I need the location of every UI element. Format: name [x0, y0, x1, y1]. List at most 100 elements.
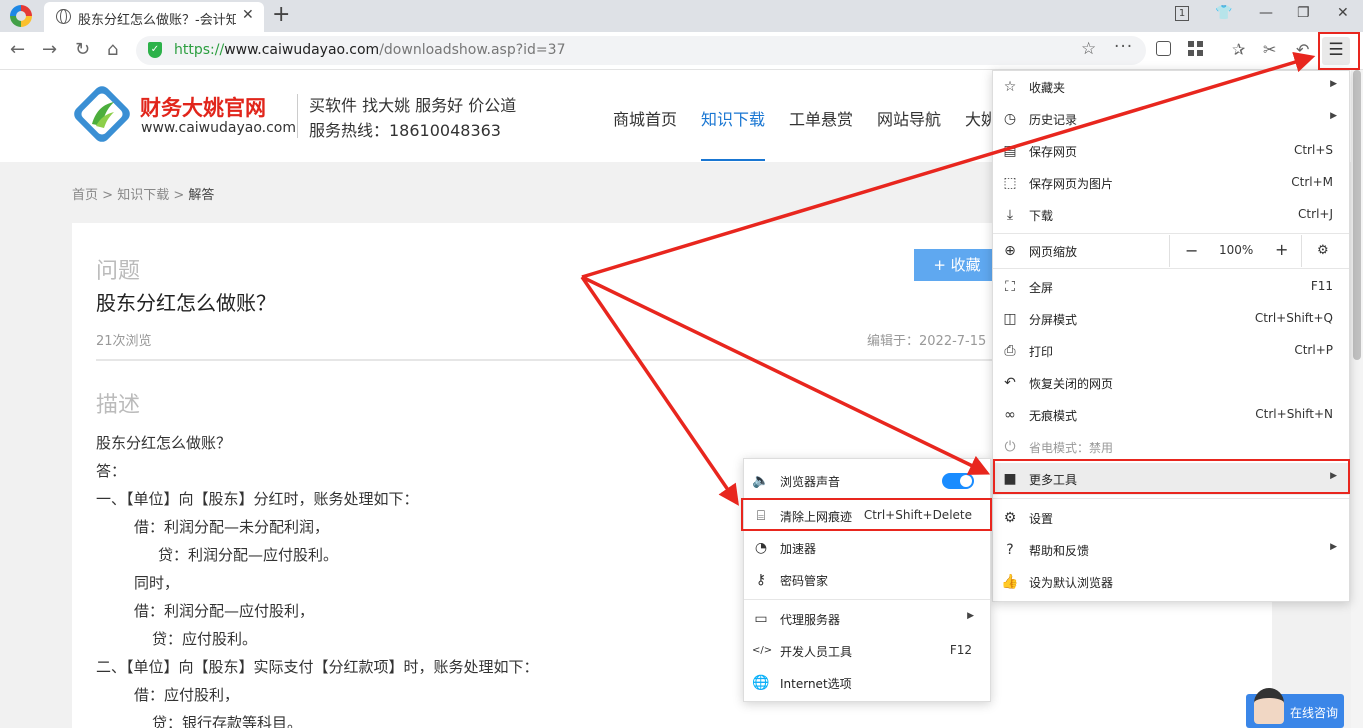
submenu-item-proxy[interactable]: ▭ 代理服务器 ▶ — [744, 603, 990, 635]
menu-item-zoom: ⊕ 网页缩放 − 100% + ⚙ — [993, 235, 1349, 267]
address-toolbar: ← → ↻ ⌂ ✓ https://www.caiwudayao.com/dow… — [0, 32, 1363, 70]
browser-logo-icon[interactable] — [10, 5, 32, 27]
menu-separator — [744, 599, 990, 600]
article-line: 同时， — [134, 574, 180, 592]
breadcrumb-home[interactable]: 首页 — [72, 188, 98, 203]
key-icon: ⚷ — [755, 572, 767, 588]
sound-toggle[interactable] — [942, 473, 974, 489]
menu-item-save-page[interactable]: ▤ 保存网页 Ctrl+S — [993, 135, 1349, 167]
nav-mall-home[interactable]: 商城首页 — [613, 106, 677, 130]
submenu-arrow-icon: ▶ — [1330, 542, 1337, 552]
menu-item-settings[interactable]: ⚙ 设置 — [993, 502, 1349, 534]
back-button[interactable]: ← — [10, 39, 25, 61]
nav-ticket-reward[interactable]: 工单悬赏 — [789, 106, 853, 130]
article-line: 贷：利润分配—应付股利。 — [158, 546, 339, 564]
more-dots-icon[interactable]: ··· — [1114, 37, 1133, 57]
submenu-arrow-icon: ▶ — [1330, 79, 1337, 89]
tab-close-icon[interactable]: ✕ — [242, 7, 254, 23]
nav-site-directory[interactable]: 网站导航 — [877, 106, 941, 130]
menu-item-print[interactable]: ⎙ 打印 Ctrl+P — [993, 335, 1349, 367]
article-line: 贷：应付股利。 — [152, 630, 258, 648]
menu-item-save-as-image[interactable]: ⬚ 保存网页为图片 Ctrl+M — [993, 167, 1349, 199]
zoom-out-button[interactable]: − — [1185, 241, 1198, 260]
article-line: 借：利润分配—应付股利， — [134, 602, 315, 620]
menu-item-restore-closed[interactable]: ↶ 恢复关闭的网页 — [993, 367, 1349, 399]
home-button[interactable]: ⌂ — [107, 39, 118, 61]
submenu-arrow-icon: ▶ — [967, 611, 974, 621]
submenu-item-devtools[interactable]: </> 开发人员工具 F12 — [744, 635, 990, 667]
online-consult-button[interactable]: 在线咨询 — [1246, 688, 1344, 728]
skin-icon[interactable]: 👕 — [1215, 5, 1232, 21]
nav-knowledge-download[interactable]: 知识下载 — [701, 106, 765, 130]
menu-item-set-default[interactable]: 👍 设为默认浏览器 — [993, 566, 1349, 598]
save-image-icon: ⬚ — [1003, 175, 1017, 191]
edited-date: 编辑于：2022-7-15 — [867, 334, 987, 349]
menu-separator — [993, 498, 1349, 499]
url-bar[interactable]: ✓ https://www.caiwudayao.com/downloadsho… — [136, 36, 1146, 65]
apps-grid-icon[interactable] — [1188, 41, 1203, 56]
favorite-button[interactable]: + 收藏 — [914, 249, 1000, 281]
thumbs-up-icon: 👍 — [1001, 574, 1019, 590]
menu-item-incognito[interactable]: ∞ 无痕模式 Ctrl+Shift+N — [993, 399, 1349, 431]
proxy-icon: ▭ — [754, 611, 768, 627]
menu-item-download[interactable]: ⤓ 下载 Ctrl+J — [993, 199, 1349, 231]
minimize-button[interactable]: — — [1259, 5, 1273, 21]
submenu-item-browser-sound[interactable]: 🔈 浏览器声音 — [744, 465, 990, 497]
article-line: 一、【单位】向【股东】分红时，账务处理如下： — [96, 490, 419, 508]
window-count-badge[interactable]: 1 — [1175, 6, 1189, 21]
zoom-in-button[interactable]: + — [1275, 240, 1288, 259]
article-line: 股东分红怎么做账？ — [96, 434, 232, 452]
scrollbar-thumb[interactable] — [1353, 70, 1361, 360]
split-screen-icon: ◫ — [1003, 311, 1017, 327]
print-icon: ⎙ — [1004, 343, 1016, 359]
page-title: 股东分红怎么做账？ — [96, 291, 276, 315]
slogan: 买软件 找大姚 服务好 价公道 — [309, 96, 517, 115]
submenu-item-password-manager[interactable]: ⚷ 密码管家 — [744, 564, 990, 596]
submenu-item-accelerator[interactable]: ◔ 加速器 — [744, 532, 990, 564]
breadcrumb-section[interactable]: 知识下载 — [117, 188, 169, 203]
menu-separator — [993, 233, 1349, 234]
menu-item-help[interactable]: ? 帮助和反馈 ▶ — [993, 534, 1349, 566]
logo-name[interactable]: 财务大姚官网 — [140, 92, 266, 122]
active-tab[interactable]: 股东分红怎么做账？-会计知识 ✕ — [44, 2, 264, 32]
close-window-button[interactable]: ✕ — [1337, 5, 1349, 21]
help-icon: ? — [1006, 542, 1014, 558]
download-icon: ⤓ — [1006, 207, 1014, 223]
favorites-list-icon[interactable]: ✰ — [1232, 39, 1245, 61]
more-tools-submenu: 🔈 浏览器声音 ⌸ 清除上网痕迹 Ctrl+Shift+Delete ◔ 加速器… — [743, 458, 991, 702]
speedometer-icon: ◔ — [754, 540, 768, 556]
bookmark-star-icon[interactable]: ☆ — [1081, 39, 1096, 59]
zoom-divider — [1169, 235, 1170, 267]
tab-bar: 股东分红怎么做账？-会计知识 ✕ + 1 👕 — ❐ ✕ — [0, 0, 1363, 32]
url-text[interactable]: https://www.caiwudayao.com/downloadshow.… — [174, 42, 565, 58]
new-tab-button[interactable]: + — [272, 3, 290, 27]
menu-item-favorites[interactable]: ☆ 收藏夹 ▶ — [993, 71, 1349, 103]
menu-item-fullscreen[interactable]: ⛶ 全屏 F11 — [993, 271, 1349, 303]
reader-icon[interactable] — [1156, 41, 1171, 56]
logo-url: www.caiwudayao.com — [141, 120, 297, 136]
submenu-arrow-icon: ▶ — [1330, 111, 1337, 121]
submenu-item-internet-options[interactable]: 🌐 Internet选项 — [744, 667, 990, 699]
menu-item-split-screen[interactable]: ◫ 分屏模式 Ctrl+Shift+Q — [993, 303, 1349, 335]
page-scrollbar[interactable] — [1351, 70, 1363, 728]
zoom-level: 100% — [1219, 243, 1254, 257]
reload-button[interactable]: ↻ — [75, 39, 90, 61]
zoom-divider — [1301, 235, 1302, 267]
article-line: 答： — [96, 462, 127, 480]
annotation-box-menu-button — [1318, 32, 1360, 70]
zoom-icon: ⊕ — [1004, 243, 1016, 259]
question-label: 问题 — [96, 259, 141, 284]
menu-item-history[interactable]: ◷ 历史记录 ▶ — [993, 103, 1349, 135]
internet-options-icon: 🌐 — [752, 675, 770, 691]
secure-shield-icon[interactable]: ✓ — [148, 42, 162, 58]
tab-title: 股东分红怎么做账？-会计知识 — [78, 13, 236, 28]
scissors-icon[interactable]: ✂ — [1263, 39, 1276, 61]
undo-close-icon[interactable]: ↶ — [1296, 39, 1309, 61]
forward-button[interactable]: → — [42, 39, 57, 61]
favorites-icon: ☆ — [1003, 79, 1017, 95]
maximize-button[interactable]: ❐ — [1297, 5, 1310, 21]
description-label: 描述 — [96, 393, 141, 418]
screenshot-settings-icon[interactable]: ⚙ — [1317, 243, 1329, 258]
breadcrumb-current: 解答 — [188, 188, 215, 203]
site-logo-icon[interactable] — [74, 86, 130, 142]
